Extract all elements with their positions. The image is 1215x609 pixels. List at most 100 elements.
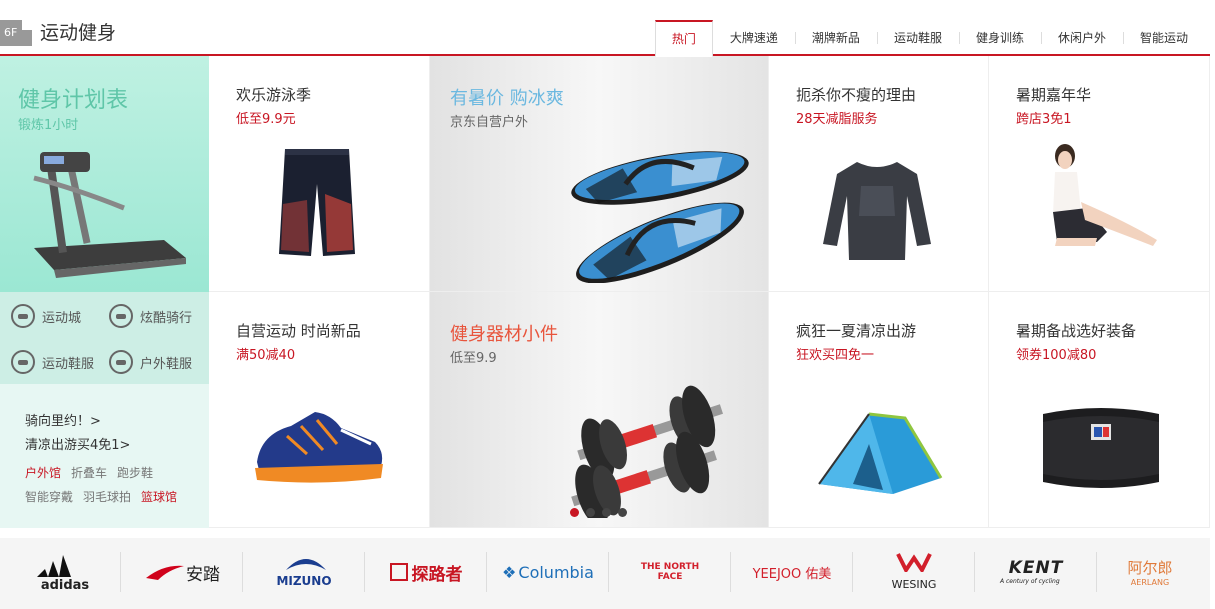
cat-outdoor-apparel[interactable]: 户外鞋服 <box>109 350 192 374</box>
brand-divider <box>242 552 243 592</box>
anta-logo-icon <box>146 565 184 580</box>
product-card[interactable]: 自营运动 时尚新品 满50减40 <box>209 292 430 528</box>
shoe-icon <box>11 304 35 328</box>
product-card[interactable]: 暑期嘉年华 跨店3免1 <box>989 56 1210 292</box>
brand-anta[interactable]: 安踏 <box>122 552 242 592</box>
waist-belt-icon <box>1043 408 1159 488</box>
card-subtitle: 狂欢买四免一 <box>796 348 875 363</box>
card-title: 扼杀你不瘦的理由 <box>796 86 917 104</box>
promo-link-rio[interactable]: 骑向里约！> <box>25 410 101 429</box>
keyword-folding-bike[interactable]: 折叠车 <box>71 464 107 481</box>
tab-trend[interactable]: 潮牌新品 <box>794 21 877 56</box>
banner-subtitle: 锻炼1小时 <box>18 118 79 133</box>
brand-kent[interactable]: KENT A century of cycling <box>976 552 1096 592</box>
banner-subtitle: 低至9.9 <box>450 351 497 366</box>
keyword-wearables[interactable]: 智能穿戴 <box>25 488 73 505</box>
brand-mizuno[interactable]: MIZUNO <box>244 552 364 592</box>
tab-hot[interactable]: 热门 <box>654 20 713 57</box>
brand-divider <box>974 552 975 592</box>
floor-6f-sports: 6F 运动健身 热门 大牌速递 潮牌新品 运动鞋服 健身训练 休闲户外 智能运动… <box>0 0 1215 609</box>
tent-icon <box>818 412 943 494</box>
product-card[interactable]: 扼杀你不瘦的理由 28天减脂服务 <box>769 56 989 292</box>
promo-links: 骑向里约！> 清凉出游买4免1> 户外馆 折叠车 跑步鞋 智能穿戴 羽毛球拍 篮… <box>0 384 209 528</box>
brand-name: Columbia <box>518 562 594 582</box>
mizuno-logo-icon <box>286 559 326 570</box>
card-subtitle: 跨店3免1 <box>1016 112 1072 127</box>
brand-columbia[interactable]: ❖ Columbia <box>488 552 608 592</box>
keyword-badminton[interactable]: 羽毛球拍 <box>83 488 131 505</box>
cat-sports-city[interactable]: 运动城 <box>11 304 81 328</box>
cat-sports-apparel[interactable]: 运动鞋服 <box>11 350 94 374</box>
card-subtitle: 28天减脂服务 <box>796 112 878 127</box>
floor-title: 运动健身 <box>40 22 117 44</box>
promo-link-summer[interactable]: 清凉出游买4免1> <box>25 434 130 453</box>
flip-flops-icon <box>571 151 749 283</box>
card-title: 欢乐游泳季 <box>236 86 312 104</box>
dumbbells-icon <box>571 385 723 518</box>
banner-subtitle: 京东自营户外 <box>450 115 529 130</box>
cat-label: 运动城 <box>42 310 82 326</box>
swim-trunks-icon <box>279 149 355 256</box>
promo-banner-flipflops[interactable]: 有暑价 购冰爽 京东自营户外 <box>430 56 769 292</box>
tab-sportswear[interactable]: 运动鞋服 <box>876 21 959 56</box>
tab-smart[interactable]: 智能运动 <box>1122 21 1205 56</box>
floor-header: 6F 运动健身 热门 大牌速递 潮牌新品 运动鞋服 健身训练 休闲户外 智能运动 <box>0 0 1210 57</box>
bicycle-icon <box>109 304 133 328</box>
brand-name-en: AERLANG <box>1130 578 1170 587</box>
tab-outdoor[interactable]: 休闲户外 <box>1040 21 1123 56</box>
card-title: 疯狂一夏清凉出游 <box>796 322 917 340</box>
keyword-outdoor[interactable]: 户外馆 <box>25 464 61 481</box>
running-shoe-icon <box>255 412 383 483</box>
product-card[interactable]: 暑期备战选好装备 领券100减80 <box>989 292 1210 528</box>
wesing-logo-icon <box>896 553 932 572</box>
brand-name: THE NORTH FACE <box>640 562 700 582</box>
cat-cycling[interactable]: 炫酷骑行 <box>109 304 192 328</box>
carousel-dot-1[interactable] <box>570 508 579 517</box>
brand-wesing[interactable]: WESING <box>854 552 974 592</box>
carousel-dot-2[interactable] <box>586 508 595 517</box>
brand-name: YEEJOO 佑美 <box>752 566 832 582</box>
card-title: 暑期备战选好装备 <box>1016 322 1137 340</box>
runner-icon <box>109 350 133 374</box>
keyword-basketball[interactable]: 篮球馆 <box>141 488 177 505</box>
brand-the-north-face[interactable]: THE NORTH FACE <box>610 552 730 592</box>
brand-divider <box>486 552 487 592</box>
keyword-running-shoes[interactable]: 跑步鞋 <box>117 464 153 481</box>
treadmill-icon <box>33 152 186 278</box>
carousel-dots <box>570 508 627 517</box>
brand-divider <box>608 552 609 592</box>
carousel-dot-4[interactable] <box>618 508 627 517</box>
card-title: 自营运动 时尚新品 <box>236 322 361 340</box>
brand-name: MIZUNO <box>276 574 332 588</box>
cat-label: 运动鞋服 <box>42 356 95 372</box>
tab-brands[interactable]: 大牌速递 <box>713 21 795 56</box>
brand-divider <box>730 552 731 592</box>
banner-title: 有暑价 购冰爽 <box>450 88 564 109</box>
fitness-plan-banner[interactable]: 健身计划表 锻炼1小时 <box>0 56 209 292</box>
category-shortcuts: 运动城 炫酷骑行 运动鞋服 户外鞋服 <box>0 292 209 384</box>
product-card[interactable]: 欢乐游泳季 低至9.9元 <box>209 56 430 292</box>
brand-yeejoo[interactable]: YEEJOO 佑美 <box>732 552 852 592</box>
card-subtitle: 领券100减80 <box>1016 348 1097 363</box>
brand-divider <box>364 552 365 592</box>
cat-label: 户外鞋服 <box>140 356 193 372</box>
yoga-woman-icon <box>1053 144 1157 246</box>
brand-aerlang[interactable]: 阿尔郎 AERLANG <box>1090 552 1210 592</box>
brand-divider <box>120 552 121 592</box>
tab-fitness[interactable]: 健身训练 <box>958 21 1041 56</box>
brand-adidas[interactable]: adidas <box>0 552 120 593</box>
apparel-icon <box>11 350 35 374</box>
brand-name: 阿尔郎 <box>1127 559 1173 577</box>
promo-banner-dumbbells[interactable]: 健身器材小件 低至9.9 <box>430 292 769 528</box>
carousel-dot-3[interactable] <box>602 508 611 517</box>
brand-toread[interactable]: 探路者 <box>366 552 486 592</box>
banner-title: 健身计划表 <box>18 88 129 113</box>
cat-label: 炫酷骑行 <box>140 310 193 326</box>
brand-name: 探路者 <box>411 564 463 585</box>
toread-logo-icon <box>389 563 408 581</box>
brand-name: KENT <box>1008 558 1064 578</box>
product-card[interactable]: 疯狂一夏清凉出游 狂欢买四免一 <box>769 292 989 528</box>
card-subtitle: 满50减40 <box>236 348 296 363</box>
brand-strip: adidas 安踏 MIZUNO 探路者 ❖ Columbia THE NORT… <box>0 538 1210 609</box>
columbia-logo-icon: ❖ <box>502 562 517 582</box>
